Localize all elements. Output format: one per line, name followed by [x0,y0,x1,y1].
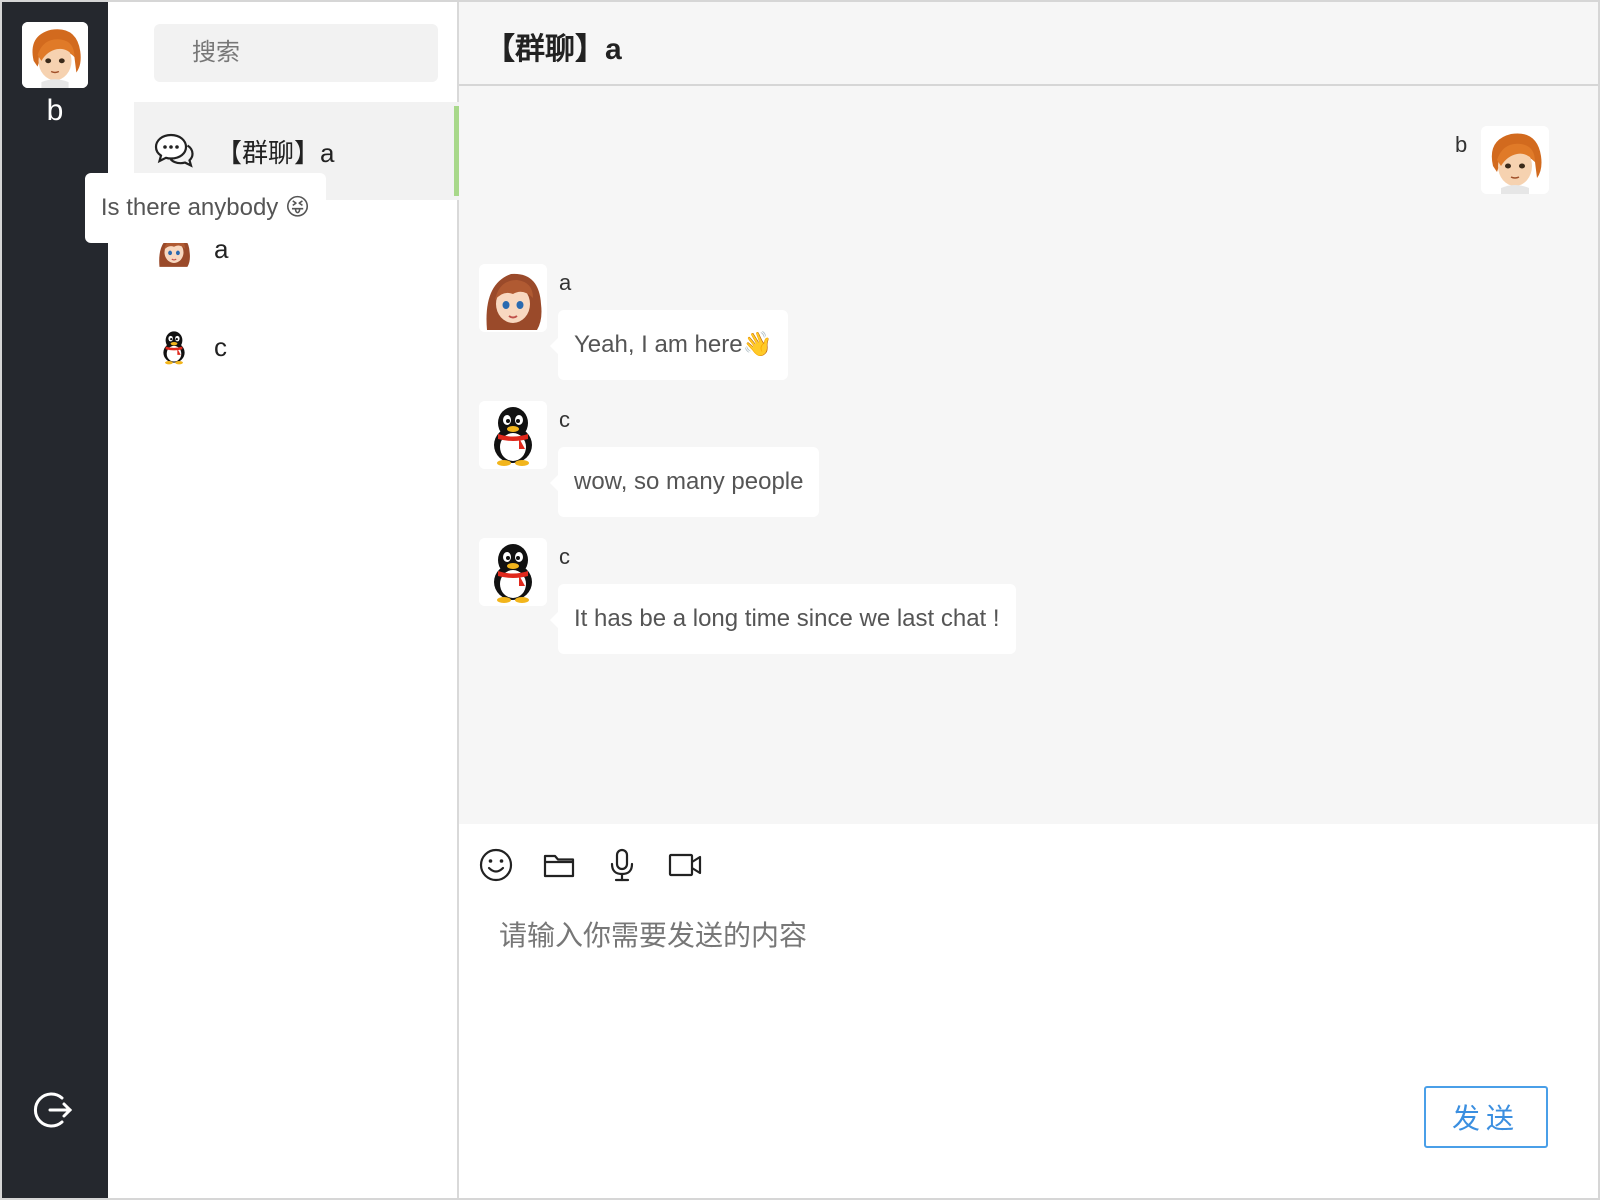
chat-title: 【群聊】a [485,33,622,66]
sender-avatar[interactable] [479,401,547,469]
sender-avatar[interactable] [1481,126,1549,194]
penguin-avatar-icon [154,327,194,367]
send-button[interactable]: 发送 [1424,1086,1548,1148]
sender-name: c [559,407,570,432]
message-bubble: Is there anybody 😝 [84,173,335,243]
current-user-avatar[interactable] [22,22,88,88]
composer: 发送 [459,824,1598,1198]
message-input[interactable] [481,904,1571,1064]
message-bubble: wow, so many people [549,447,820,517]
video-icon[interactable] [666,846,704,884]
sender-name: a [559,270,572,295]
sender-avatar[interactable] [479,264,547,332]
sender-name: b [1455,132,1468,157]
chat-header: 【群聊】a [459,2,1598,86]
search-input[interactable] [154,24,438,82]
sender-avatar[interactable] [479,538,547,606]
current-user-name: b [46,94,64,127]
logout-icon[interactable] [32,1089,74,1131]
app-window: b 【群聊】a [0,0,1600,1200]
folder-icon[interactable] [540,846,578,884]
contact-item-c[interactable]: c [134,298,459,396]
message-bubble: Yeah, I am here👋 [549,310,789,380]
sender-name: c [559,544,570,569]
message-bubble: It has be a long time since we last chat… [550,584,1016,654]
message-list: b Is there anybody 😝 a Yeah, I am here👋 … [84,86,1598,824]
contact-list: 【群聊】a a c [134,102,459,396]
contact-label: c [214,331,227,362]
chat-bubbles-icon [154,131,194,171]
emoji-icon[interactable] [477,846,515,884]
microphone-icon[interactable] [603,846,641,884]
composer-toolbar [477,846,729,884]
chat-panel: 【群聊】a b Is there anybody 😝 a Yeah, I am … [84,2,1598,1198]
contact-label: 【群聊】a [216,137,335,168]
